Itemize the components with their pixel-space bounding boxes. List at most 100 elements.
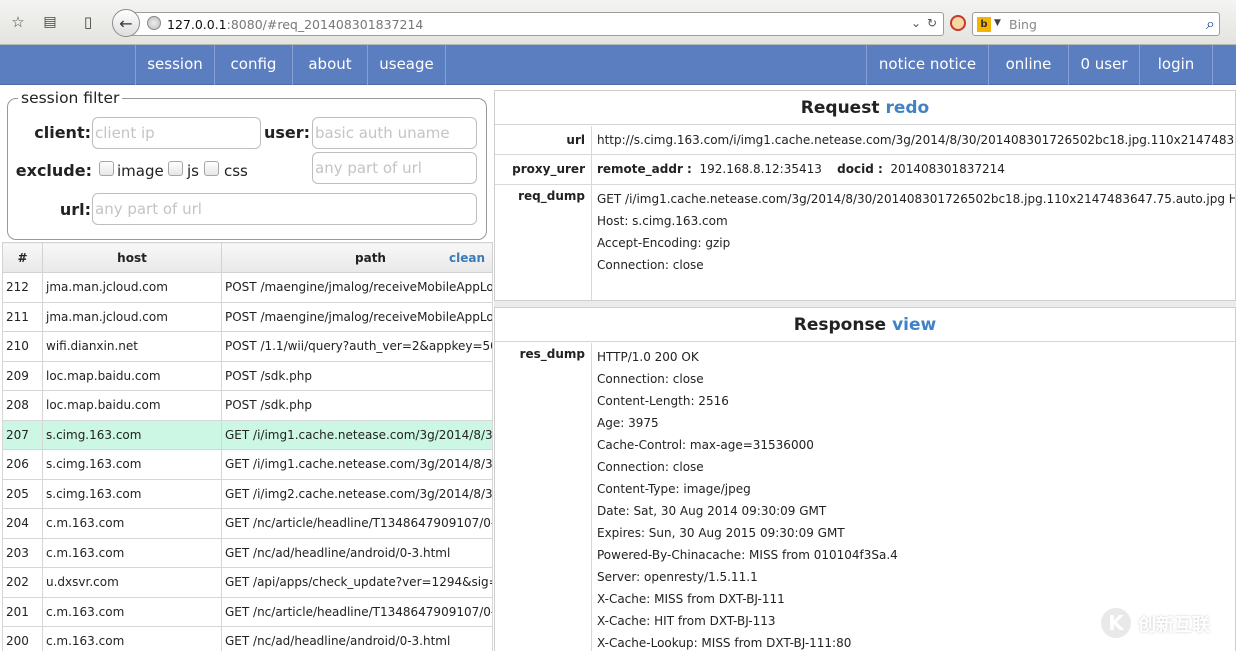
req-dump-key: req_dump <box>495 185 592 300</box>
dump-line: Host: s.cimg.163.com <box>597 214 728 228</box>
table-row[interactable]: 204 c.m.163.com GET /nc/article/headline/T… <box>2 508 493 539</box>
row-path: POST /sdk.php <box>221 360 493 391</box>
nav-config[interactable]: config <box>214 45 292 85</box>
row-number: 202 <box>2 567 43 598</box>
table-row[interactable]: 208 loc.map.baidu.com POST /sdk.php <box>2 390 493 421</box>
nav-about[interactable]: about <box>292 45 367 85</box>
response-title-text: Response <box>793 315 887 335</box>
request-url-row: url http://s.cimg.163.com/i/img1.cache.n… <box>495 126 1235 155</box>
proxy-value: remote_addr : 192.168.8.12:35413 docid :… <box>597 155 1005 184</box>
bookmark-star-icon[interactable]: ☆ <box>8 12 28 32</box>
exclude-js-checkbox[interactable] <box>168 161 183 176</box>
req-dump-value: GET /i/img1.cache.netease.com/3g/2014/8/… <box>597 188 1235 276</box>
bing-logo-icon[interactable]: b <box>977 17 991 32</box>
table-row[interactable]: 206 s.cimg.163.com GET /i/img1.cache.netea… <box>2 449 493 480</box>
url-value: http://s.cimg.163.com/i/img1.cache.netea… <box>597 133 1235 147</box>
row-host: jma.man.jcloud.com <box>42 301 222 332</box>
exclude-css-checkbox[interactable] <box>204 161 219 176</box>
search-bar[interactable]: b ▼ Bing ⌕ <box>972 12 1220 36</box>
table-row[interactable]: 203 c.m.163.com GET /nc/ad/headline/androi… <box>2 537 493 568</box>
row-path: GET /nc/article/headline/T1348647909107/… <box>221 596 493 627</box>
nav-useage[interactable]: useage <box>367 45 446 85</box>
url-part-input[interactable] <box>312 152 477 184</box>
row-number: 203 <box>2 537 43 568</box>
url-input[interactable] <box>92 193 477 225</box>
nav-online[interactable]: online <box>988 45 1068 85</box>
table-row[interactable]: 210 wifi.dianxin.net POST /1.1/wii/query?a… <box>2 331 493 362</box>
res-dump-value: HTTP/1.0 200 OK Connection: close Content-… <box>597 346 898 651</box>
table-row[interactable]: 201 c.m.163.com GET /nc/article/headline/T… <box>2 596 493 627</box>
dump-line: Age: 3975 <box>597 416 659 430</box>
req-dump-row: req_dump GET /i/img1.cache.netease.com/3… <box>495 185 1235 300</box>
dump-line: X-Cache: MISS from DXT-BJ-111 <box>597 592 785 606</box>
path-header-label[interactable]: path <box>355 251 386 265</box>
remote-addr-value: 192.168.8.12:35413 <box>699 162 822 176</box>
row-path: POST /maengine/jmalog/receiveMobileAppLo… <box>221 301 493 332</box>
clean-button[interactable]: clean <box>449 251 485 265</box>
row-path: GET /i/img2.cache.netease.com/3g/2014/8/… <box>221 478 493 509</box>
table-row[interactable]: 209 loc.map.baidu.com POST /sdk.php <box>2 360 493 391</box>
session-filter-legend: session filter <box>18 89 123 107</box>
exclude-image-label: image <box>117 162 164 180</box>
row-host: s.cimg.163.com <box>42 419 222 450</box>
row-path: POST /sdk.php <box>221 390 493 421</box>
detail-pane: Request redo url http://s.cimg.163.com/i/… <box>494 90 1236 651</box>
back-arrow-icon: ← <box>119 13 133 33</box>
table-row[interactable]: 211 jma.man.jcloud.com POST /maengine/jmal… <box>2 301 493 332</box>
column-number[interactable]: # <box>2 242 43 273</box>
nav-session[interactable]: session <box>135 45 214 85</box>
url-dropdown-icon[interactable]: ⌄ <box>911 16 921 30</box>
row-number: 201 <box>2 596 43 627</box>
client-input[interactable] <box>92 117 261 149</box>
site-identity-icon[interactable] <box>147 16 161 30</box>
reload-icon[interactable]: ↻ <box>927 16 937 30</box>
search-placeholder[interactable]: Bing <box>1009 17 1037 32</box>
page-icon[interactable]: ▯ <box>78 12 98 32</box>
watermark: K 创新互联 <box>1098 603 1232 643</box>
table-row[interactable]: 207 s.cimg.163.com GET /i/img1.cache.netea… <box>2 419 493 450</box>
row-path: GET /nc/ad/headline/android/0-3.html <box>221 626 493 651</box>
search-engine-dropdown-icon[interactable]: ▼ <box>994 18 1001 28</box>
search-icon[interactable]: ⌕ <box>1206 14 1215 34</box>
row-number: 210 <box>2 331 43 362</box>
dump-line: Accept-Encoding: gzip <box>597 236 731 250</box>
view-link[interactable]: view <box>892 315 936 335</box>
adblock-icon[interactable] <box>950 15 966 31</box>
table-row[interactable]: 200 c.m.163.com GET /nc/ad/headline/androi… <box>2 626 493 651</box>
docid-value: 201408301837214 <box>890 162 1005 176</box>
url-bar[interactable]: 127.0.0.1:8080/#req_201408301837214 ⌄ ↻ <box>132 12 944 36</box>
row-number: 208 <box>2 390 43 421</box>
row-path: GET /i/img1.cache.netease.com/3g/2014/8/… <box>221 419 493 450</box>
row-host: s.cimg.163.com <box>42 449 222 480</box>
session-filter: session filter client: user: exclude: im… <box>7 89 487 240</box>
row-number: 204 <box>2 508 43 539</box>
proxy-row: proxy_urer remote_addr : 192.168.8.12:35… <box>495 155 1235 185</box>
row-host: c.m.163.com <box>42 508 222 539</box>
nav-users[interactable]: 0 user <box>1068 45 1139 85</box>
column-host[interactable]: host <box>42 242 222 273</box>
row-number: 206 <box>2 449 43 480</box>
row-number: 205 <box>2 478 43 509</box>
watermark-logo-icon: K <box>1098 605 1134 641</box>
nav-login[interactable]: login <box>1139 45 1213 85</box>
bookmarks-menu-icon[interactable]: ▤ <box>40 12 60 32</box>
nav-notice[interactable]: notice notice <box>866 45 988 85</box>
table-row[interactable]: 212 jma.man.jcloud.com POST /maengine/jmal… <box>2 272 493 303</box>
url-text[interactable]: 127.0.0.1:8080/#req_201408301837214 <box>167 17 423 32</box>
docid-key: docid : <box>837 162 883 176</box>
watermark-text: 创新互联 <box>1138 615 1210 636</box>
user-input[interactable] <box>312 117 477 149</box>
dump-line: Server: openresty/1.5.11.1 <box>597 570 758 584</box>
redo-link[interactable]: redo <box>885 98 929 118</box>
row-number: 211 <box>2 301 43 332</box>
exclude-image-checkbox[interactable] <box>99 161 114 176</box>
table-row[interactable]: 205 s.cimg.163.com GET /i/img2.cache.netea… <box>2 478 493 509</box>
request-panel: Request redo url http://s.cimg.163.com/i/… <box>494 90 1236 301</box>
session-rows: 212 jma.man.jcloud.com POST /maengine/jmal… <box>2 272 493 651</box>
dump-line: Connection: close <box>597 460 704 474</box>
row-host: c.m.163.com <box>42 537 222 568</box>
table-row[interactable]: 202 u.dxsvr.com GET /api/apps/check_update… <box>2 567 493 598</box>
row-path: POST /maengine/jmalog/receiveMobileAppLo… <box>221 272 493 303</box>
row-host: wifi.dianxin.net <box>42 331 222 362</box>
back-button[interactable]: ← <box>112 9 140 37</box>
